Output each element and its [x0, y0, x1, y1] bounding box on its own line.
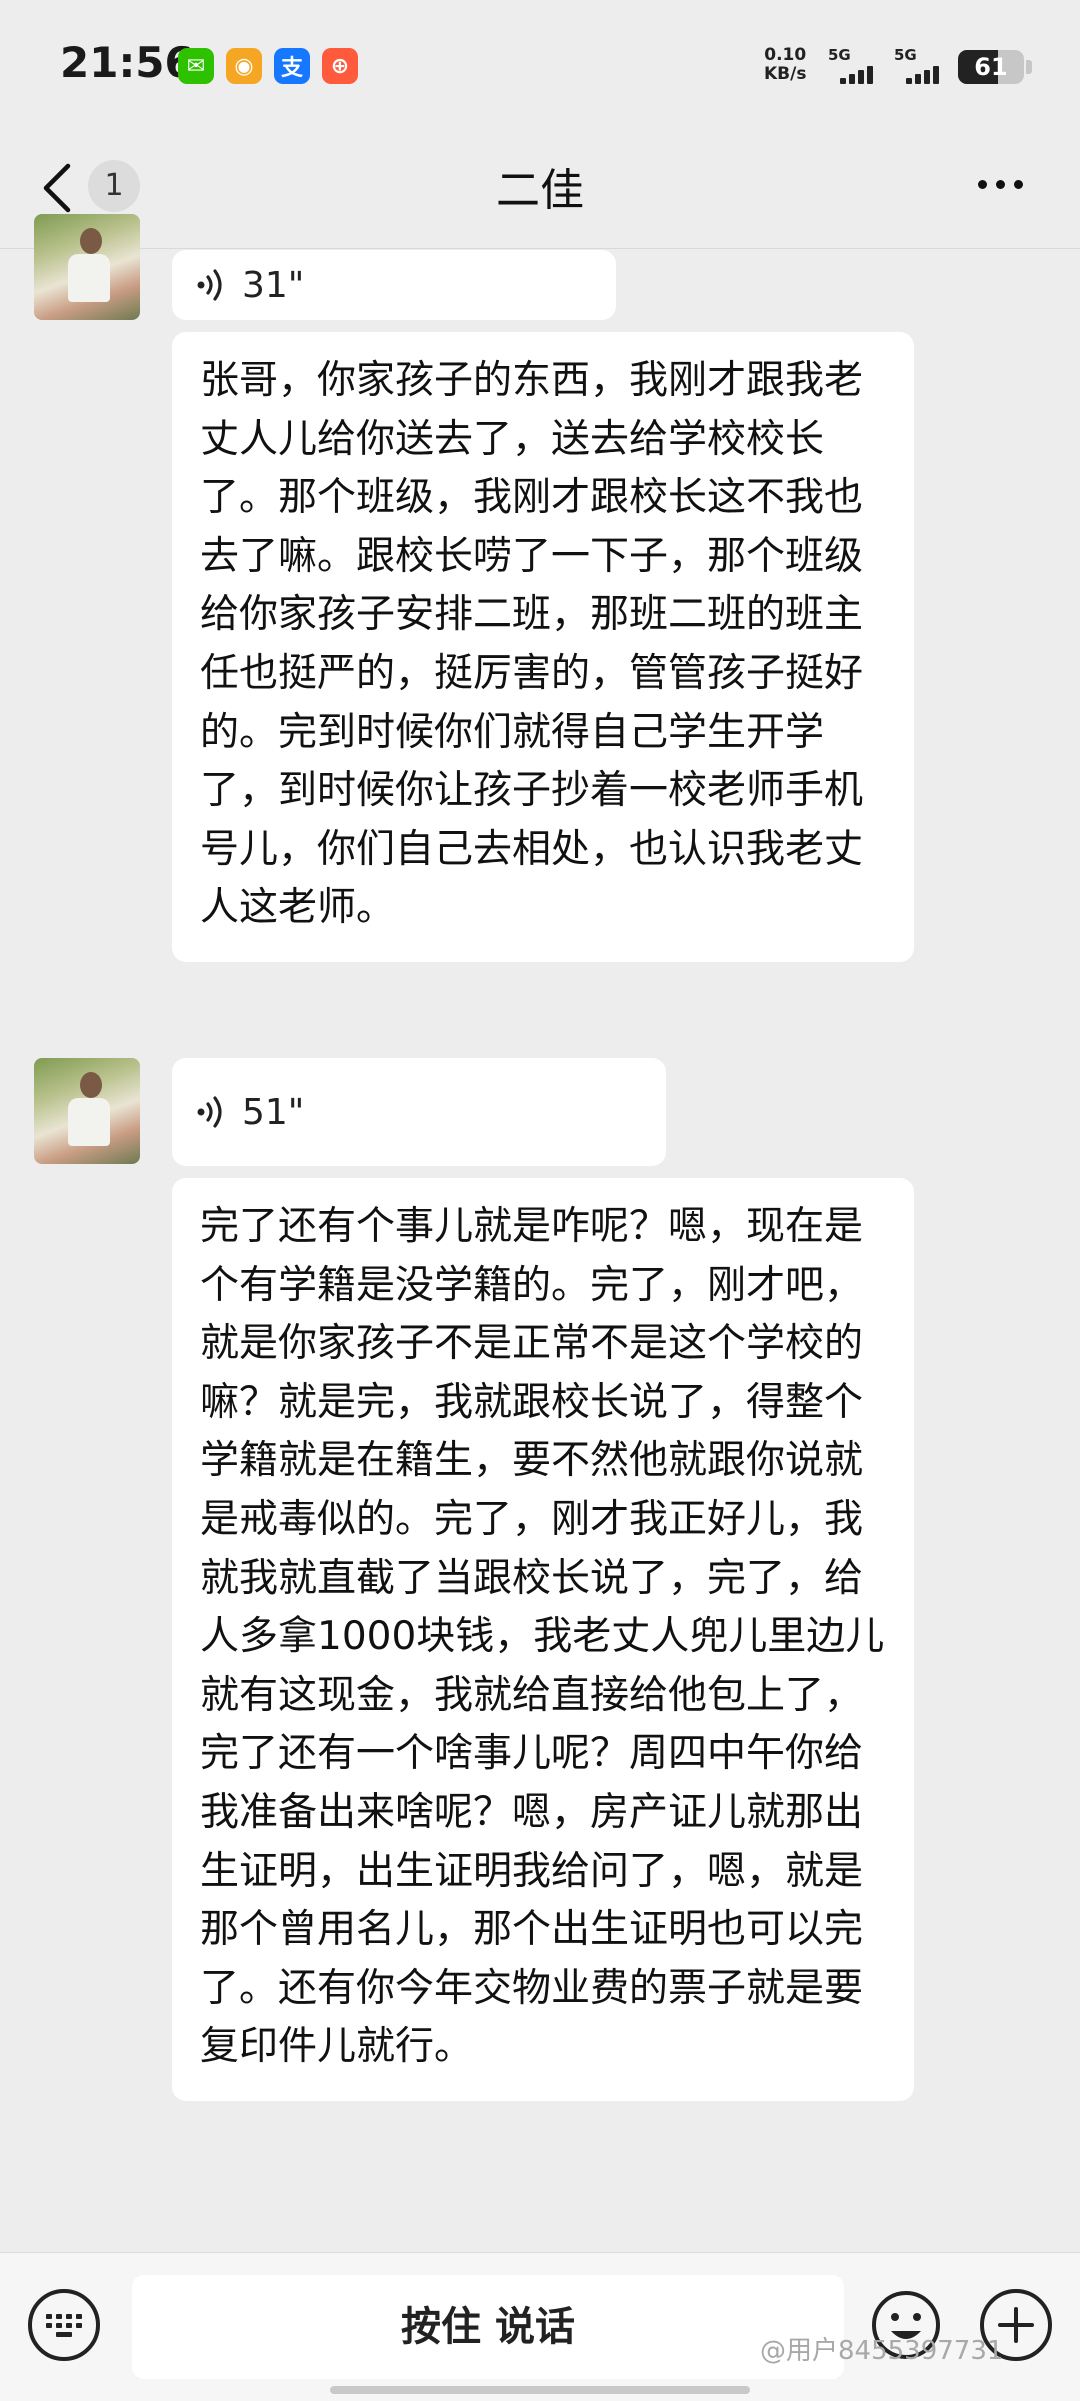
network-speed-value: 0.10 — [764, 45, 807, 65]
alipay-icon: 支 — [274, 48, 310, 84]
signal-2-label: 5G — [894, 46, 917, 64]
status-bar: 21:56 ✉ ◉ 支 ⊕ 0.10 KB/s 5G 5G 61 — [0, 0, 1080, 130]
voice-wave-icon — [197, 269, 222, 301]
battery-icon: 61 — [958, 50, 1024, 84]
voice-message-bubble[interactable]: 51" — [172, 1058, 666, 1166]
home-indicator[interactable] — [330, 2386, 750, 2394]
contact-avatar[interactable] — [34, 1058, 140, 1164]
chat-input-bar: 按住 说话 — [0, 2252, 1080, 2401]
more-dot-icon — [996, 180, 1005, 189]
battery-tip — [1026, 60, 1032, 74]
voice-wave-icon — [197, 1096, 222, 1128]
wechat-icon: ✉ — [178, 48, 214, 84]
xiaohongshu-icon: ⊕ — [322, 48, 358, 84]
weibo-icon: ◉ — [226, 48, 262, 84]
text-message-bubble[interactable]: 完了还有个事儿就是咋呢？嗯，现在是个有学籍是没学籍的。完了，刚才吧，就是你家孩子… — [172, 1178, 914, 2101]
keyboard-icon — [46, 2313, 82, 2337]
network-speed-unit: KB/s — [764, 64, 807, 84]
keyboard-toggle-button[interactable] — [28, 2289, 100, 2361]
voice-message-bubble[interactable]: 31" — [172, 250, 616, 320]
weibo-watermark: @用户8455397731 — [760, 2336, 1004, 2366]
voice-duration: 31" — [242, 264, 305, 306]
text-message-bubble[interactable]: 张哥，你家孩子的东西，我刚才跟我老丈人儿给你送去了，送去给学校校长了。那个班级，… — [172, 332, 914, 962]
more-dot-icon — [1014, 180, 1023, 189]
network-speed: 0.10 KB/s — [764, 46, 806, 84]
notification-app-icons: ✉ ◉ 支 ⊕ — [178, 48, 358, 84]
more-dot-icon — [978, 180, 987, 189]
battery-percent: 61 — [974, 53, 1008, 81]
more-options-button[interactable] — [978, 180, 1023, 189]
contact-avatar[interactable] — [34, 214, 140, 320]
hold-to-talk-button[interactable]: 按住 说话 — [132, 2275, 844, 2379]
chat-title: 二佳 — [496, 165, 584, 216]
status-time: 21:56 — [60, 38, 194, 87]
signal-1-label: 5G — [828, 46, 851, 64]
voice-duration: 51" — [242, 1091, 305, 1133]
header-divider — [0, 248, 1080, 249]
signal-strength-2: 5G — [894, 46, 950, 84]
signal-strength-1: 5G — [828, 46, 884, 84]
